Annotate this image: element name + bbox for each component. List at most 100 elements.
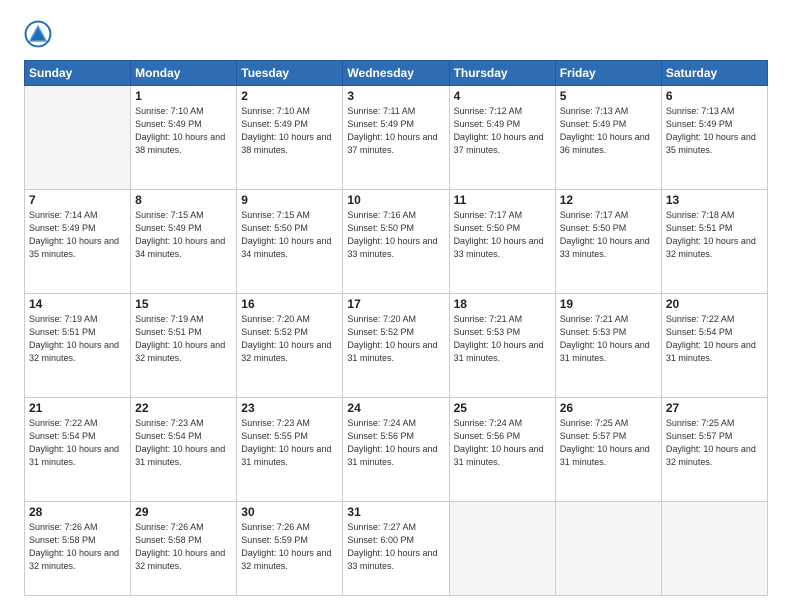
day-detail: Sunrise: 7:20 AM Sunset: 5:52 PM Dayligh… — [347, 313, 444, 365]
day-number: 8 — [135, 193, 232, 207]
day-detail: Sunrise: 7:25 AM Sunset: 5:57 PM Dayligh… — [666, 417, 763, 469]
day-number: 25 — [454, 401, 551, 415]
day-number: 26 — [560, 401, 657, 415]
day-number: 24 — [347, 401, 444, 415]
day-detail: Sunrise: 7:23 AM Sunset: 5:54 PM Dayligh… — [135, 417, 232, 469]
day-detail: Sunrise: 7:19 AM Sunset: 5:51 PM Dayligh… — [135, 313, 232, 365]
day-cell: 15 Sunrise: 7:19 AM Sunset: 5:51 PM Dayli… — [131, 293, 237, 397]
day-number: 5 — [560, 89, 657, 103]
day-detail: Sunrise: 7:20 AM Sunset: 5:52 PM Dayligh… — [241, 313, 338, 365]
day-cell: 18 Sunrise: 7:21 AM Sunset: 5:53 PM Dayli… — [449, 293, 555, 397]
day-detail: Sunrise: 7:13 AM Sunset: 5:49 PM Dayligh… — [666, 105, 763, 157]
day-number: 16 — [241, 297, 338, 311]
day-number: 2 — [241, 89, 338, 103]
day-cell: 24 Sunrise: 7:24 AM Sunset: 5:56 PM Dayli… — [343, 397, 449, 501]
day-number: 22 — [135, 401, 232, 415]
day-number: 31 — [347, 505, 444, 519]
day-cell: 6 Sunrise: 7:13 AM Sunset: 5:49 PM Daylig… — [661, 86, 767, 190]
day-detail: Sunrise: 7:21 AM Sunset: 5:53 PM Dayligh… — [560, 313, 657, 365]
day-detail: Sunrise: 7:15 AM Sunset: 5:49 PM Dayligh… — [135, 209, 232, 261]
col-header-tuesday: Tuesday — [237, 61, 343, 86]
day-cell: 7Sunrise: 7:14 AM Sunset: 5:49 PM Daylig… — [25, 189, 131, 293]
day-cell — [449, 501, 555, 596]
col-header-sunday: Sunday — [25, 61, 131, 86]
day-number: 10 — [347, 193, 444, 207]
week-row-2: 7Sunrise: 7:14 AM Sunset: 5:49 PM Daylig… — [25, 189, 768, 293]
day-cell: 29Sunrise: 7:26 AM Sunset: 5:58 PM Dayli… — [131, 501, 237, 596]
day-cell: 26 Sunrise: 7:25 AM Sunset: 5:57 PM Dayli… — [555, 397, 661, 501]
calendar-header-row: SundayMondayTuesdayWednesdayThursdayFrid… — [25, 61, 768, 86]
day-detail: Sunrise: 7:24 AM Sunset: 5:56 PM Dayligh… — [347, 417, 444, 469]
day-number: 27 — [666, 401, 763, 415]
day-number: 1 — [135, 89, 232, 103]
day-number: 19 — [560, 297, 657, 311]
day-cell: 21Sunrise: 7:22 AM Sunset: 5:54 PM Dayli… — [25, 397, 131, 501]
day-cell: 22 Sunrise: 7:23 AM Sunset: 5:54 PM Dayli… — [131, 397, 237, 501]
day-detail: Sunrise: 7:15 AM Sunset: 5:50 PM Dayligh… — [241, 209, 338, 261]
day-detail: Sunrise: 7:26 AM Sunset: 5:58 PM Dayligh… — [29, 521, 126, 573]
col-header-monday: Monday — [131, 61, 237, 86]
day-cell: 2 Sunrise: 7:10 AM Sunset: 5:49 PM Daylig… — [237, 86, 343, 190]
col-header-friday: Friday — [555, 61, 661, 86]
day-cell: 30Sunrise: 7:26 AM Sunset: 5:59 PM Dayli… — [237, 501, 343, 596]
col-header-wednesday: Wednesday — [343, 61, 449, 86]
day-cell: 13Sunrise: 7:18 AM Sunset: 5:51 PM Dayli… — [661, 189, 767, 293]
day-cell: 17 Sunrise: 7:20 AM Sunset: 5:52 PM Dayli… — [343, 293, 449, 397]
day-number: 17 — [347, 297, 444, 311]
header — [24, 20, 768, 48]
day-number: 13 — [666, 193, 763, 207]
week-row-5: 28 Sunrise: 7:26 AM Sunset: 5:58 PM Dayli… — [25, 501, 768, 596]
day-number: 14 — [29, 297, 126, 311]
day-detail: Sunrise: 7:27 AM Sunset: 6:00 PM Dayligh… — [347, 521, 444, 573]
week-row-3: 14 Sunrise: 7:19 AM Sunset: 5:51 PM Dayli… — [25, 293, 768, 397]
day-detail: Sunrise: 7:11 AM Sunset: 5:49 PM Dayligh… — [347, 105, 444, 157]
day-cell: 12 Sunrise: 7:17 AM Sunset: 5:50 PM Dayli… — [555, 189, 661, 293]
day-detail: Sunrise: 7:22 AM Sunset: 5:54 PM Dayligh… — [666, 313, 763, 365]
day-number: 4 — [454, 89, 551, 103]
day-detail: Sunrise: 7:25 AM Sunset: 5:57 PM Dayligh… — [560, 417, 657, 469]
day-number: 9 — [241, 193, 338, 207]
day-detail: Sunrise: 7:13 AM Sunset: 5:49 PM Dayligh… — [560, 105, 657, 157]
calendar-table: SundayMondayTuesdayWednesdayThursdayFrid… — [24, 60, 768, 596]
day-cell: 28 Sunrise: 7:26 AM Sunset: 5:58 PM Dayli… — [25, 501, 131, 596]
col-header-thursday: Thursday — [449, 61, 555, 86]
day-number: 12 — [560, 193, 657, 207]
day-detail: Sunrise: 7:19 AM Sunset: 5:51 PM Dayligh… — [29, 313, 126, 365]
day-detail: Sunrise: 7:23 AM Sunset: 5:55 PM Dayligh… — [241, 417, 338, 469]
day-number: 20 — [666, 297, 763, 311]
day-detail: Sunrise: 7:24 AM Sunset: 5:56 PM Dayligh… — [454, 417, 551, 469]
day-cell — [25, 86, 131, 190]
week-row-4: 21Sunrise: 7:22 AM Sunset: 5:54 PM Dayli… — [25, 397, 768, 501]
day-detail: Sunrise: 7:10 AM Sunset: 5:49 PM Dayligh… — [241, 105, 338, 157]
day-cell: 4 Sunrise: 7:12 AM Sunset: 5:49 PM Daylig… — [449, 86, 555, 190]
day-number: 28 — [29, 505, 126, 519]
day-cell: 23Sunrise: 7:23 AM Sunset: 5:55 PM Dayli… — [237, 397, 343, 501]
day-detail: Sunrise: 7:17 AM Sunset: 5:50 PM Dayligh… — [560, 209, 657, 261]
day-cell: 5 Sunrise: 7:13 AM Sunset: 5:49 PM Daylig… — [555, 86, 661, 190]
day-cell: 14 Sunrise: 7:19 AM Sunset: 5:51 PM Dayli… — [25, 293, 131, 397]
day-cell: 11Sunrise: 7:17 AM Sunset: 5:50 PM Dayli… — [449, 189, 555, 293]
logo — [24, 20, 56, 48]
day-number: 18 — [454, 297, 551, 311]
page: SundayMondayTuesdayWednesdayThursdayFrid… — [0, 0, 792, 612]
day-cell: 27 Sunrise: 7:25 AM Sunset: 5:57 PM Dayli… — [661, 397, 767, 501]
day-cell: 1 Sunrise: 7:10 AM Sunset: 5:49 PM Daylig… — [131, 86, 237, 190]
day-cell: 25 Sunrise: 7:24 AM Sunset: 5:56 PM Dayli… — [449, 397, 555, 501]
day-detail: Sunrise: 7:12 AM Sunset: 5:49 PM Dayligh… — [454, 105, 551, 157]
day-detail: Sunrise: 7:10 AM Sunset: 5:49 PM Dayligh… — [135, 105, 232, 157]
day-cell: 20 Sunrise: 7:22 AM Sunset: 5:54 PM Dayli… — [661, 293, 767, 397]
day-number: 6 — [666, 89, 763, 103]
day-number: 3 — [347, 89, 444, 103]
day-cell: 31 Sunrise: 7:27 AM Sunset: 6:00 PM Dayli… — [343, 501, 449, 596]
day-cell: 19 Sunrise: 7:21 AM Sunset: 5:53 PM Dayli… — [555, 293, 661, 397]
day-cell — [661, 501, 767, 596]
logo-icon — [24, 20, 52, 48]
day-number: 15 — [135, 297, 232, 311]
day-cell: 10Sunrise: 7:16 AM Sunset: 5:50 PM Dayli… — [343, 189, 449, 293]
day-number: 7 — [29, 193, 126, 207]
day-number: 29 — [135, 505, 232, 519]
day-cell: 16 Sunrise: 7:20 AM Sunset: 5:52 PM Dayli… — [237, 293, 343, 397]
day-detail: Sunrise: 7:22 AM Sunset: 5:54 PM Dayligh… — [29, 417, 126, 469]
day-detail: Sunrise: 7:21 AM Sunset: 5:53 PM Dayligh… — [454, 313, 551, 365]
col-header-saturday: Saturday — [661, 61, 767, 86]
